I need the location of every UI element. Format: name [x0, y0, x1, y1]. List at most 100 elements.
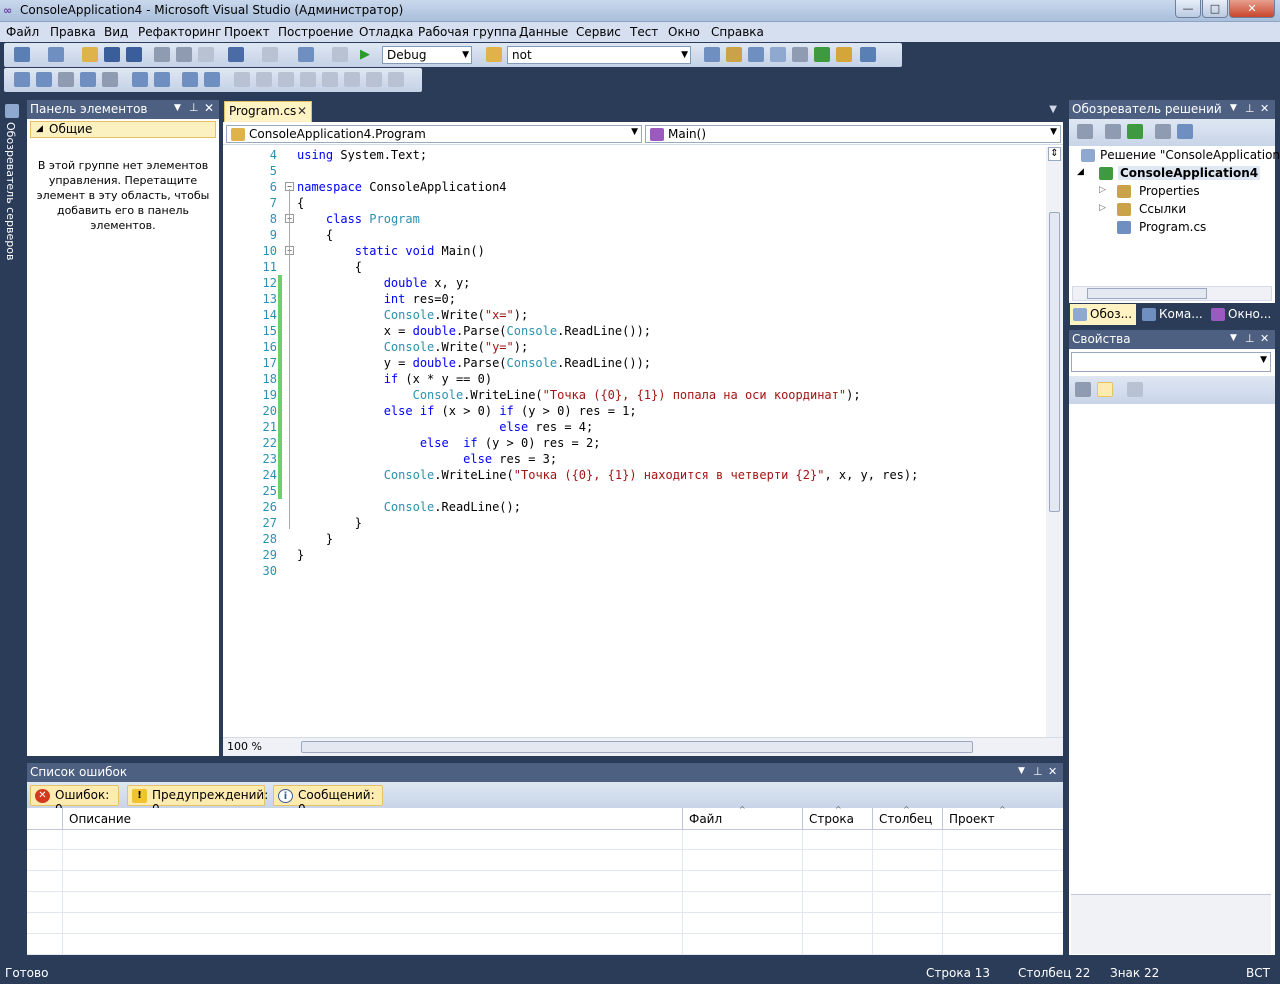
close-icon[interactable]: ✕	[297, 104, 307, 118]
code-line[interactable]: x = double.Parse(Console.ReadLine());	[297, 323, 651, 339]
code-line[interactable]: }	[297, 531, 333, 547]
pin-icon[interactable]: ⊥	[1033, 765, 1043, 778]
navigate-backward-icon[interactable]	[298, 47, 314, 62]
code-line[interactable]: }	[297, 547, 304, 563]
find-icon[interactable]	[704, 47, 720, 62]
chevron-down-icon[interactable]: ▼	[1230, 103, 1237, 113]
chevron-down-icon[interactable]: ▼	[1230, 333, 1237, 343]
save-all-icon[interactable]	[126, 47, 142, 62]
properties-icon[interactable]	[1077, 124, 1093, 139]
code-line[interactable]: static void Main()	[297, 243, 485, 259]
code-line[interactable]: Console.Write("y=");	[297, 339, 529, 355]
split-icon[interactable]: ⇕	[1048, 147, 1061, 161]
command-window-icon[interactable]	[860, 47, 876, 62]
undo-icon[interactable]	[228, 47, 244, 62]
menu-window[interactable]: Окно	[668, 25, 700, 39]
object-browser-icon[interactable]	[770, 47, 786, 62]
refresh-icon[interactable]	[1127, 124, 1143, 139]
close-icon[interactable]: ✕	[1260, 332, 1269, 345]
format-icon[interactable]	[102, 72, 118, 87]
menu-debug[interactable]: Отладка	[359, 25, 413, 39]
collapsed-arrow-icon[interactable]: ▷	[1099, 185, 1106, 195]
previous-bookmark-icon[interactable]	[256, 72, 272, 87]
extension-manager-icon[interactable]	[836, 47, 852, 62]
find-in-files-icon[interactable]	[486, 47, 502, 62]
expand-arrow-icon[interactable]: ◢	[1077, 167, 1084, 177]
code-line[interactable]: Console.ReadLine();	[297, 499, 521, 515]
horizontal-scroll-thumb[interactable]	[301, 741, 973, 753]
code-area[interactable]: 4 using System.Text; 5 6− namespace ConsoleA…	[223, 147, 1045, 737]
quick-info-icon[interactable]	[58, 72, 74, 87]
errors-filter-button[interactable]: ✕ Ошибок: 0	[30, 785, 119, 816]
code-line[interactable]: {	[297, 259, 362, 275]
table-row[interactable]	[27, 914, 1063, 934]
previous-bookmark-folder-icon[interactable]	[300, 72, 316, 87]
member-dropdown[interactable]: Main() ▼	[645, 125, 1061, 143]
menu-edit[interactable]: Правка	[50, 25, 96, 39]
code-line[interactable]: {	[297, 227, 333, 243]
save-icon[interactable]	[104, 47, 120, 62]
type-dropdown[interactable]: ConsoleApplication4.Program ▼	[226, 125, 642, 143]
code-line[interactable]: {	[297, 195, 304, 211]
table-row[interactable]	[27, 893, 1063, 913]
code-line[interactable]: using System.Text;	[297, 147, 427, 163]
chevron-down-icon[interactable]: ▼	[174, 103, 181, 113]
open-file-icon[interactable]	[82, 47, 98, 62]
menu-view[interactable]: Вид	[104, 25, 128, 39]
column-icon[interactable]	[27, 808, 62, 830]
menu-test[interactable]: Тест	[630, 25, 658, 39]
properties-window-icon[interactable]	[748, 47, 764, 62]
code-line[interactable]: else res = 3;	[297, 451, 557, 467]
code-line[interactable]: double x, y;	[297, 275, 471, 291]
messages-filter-button[interactable]: i Сообщений: 0	[273, 785, 383, 816]
cut-icon[interactable]	[154, 47, 170, 62]
code-line[interactable]: else if (y > 0) res = 2;	[297, 435, 601, 451]
previous-bookmark-doc-icon[interactable]	[344, 72, 360, 87]
alphabetical-icon[interactable]	[1097, 382, 1113, 397]
code-line[interactable]: namespace ConsoleApplication4	[297, 179, 507, 195]
list-members-icon[interactable]	[14, 72, 30, 87]
show-all-files-icon[interactable]	[1105, 124, 1121, 139]
next-bookmark-folder-icon[interactable]	[322, 72, 338, 87]
menu-build[interactable]: Построение	[278, 25, 353, 39]
toggle-bookmark-icon[interactable]	[234, 72, 250, 87]
object-selector[interactable]: ▼	[1071, 352, 1271, 372]
code-line[interactable]: Console.WriteLine("Точка ({0}, {1}) нахо…	[297, 467, 919, 483]
maximize-button[interactable]: □	[1202, 0, 1228, 18]
column-file[interactable]: Файл ^	[682, 805, 802, 830]
menu-refactor[interactable]: Рефакторинг	[138, 25, 221, 39]
table-row[interactable]	[27, 830, 1063, 850]
chevron-down-icon[interactable]: ▼	[1049, 104, 1057, 115]
comment-out-icon[interactable]	[182, 72, 198, 87]
tab-program-cs[interactable]: Program.cs ✕	[224, 101, 312, 122]
close-button[interactable]: ✕	[1229, 0, 1275, 18]
column-line[interactable]: Строка ^	[802, 805, 872, 830]
code-line[interactable]: class Program	[297, 211, 420, 227]
copy-icon[interactable]	[176, 47, 192, 62]
next-bookmark-doc-icon[interactable]	[366, 72, 382, 87]
close-icon[interactable]: ✕	[204, 101, 214, 115]
solution-explorer-icon[interactable]	[726, 47, 742, 62]
add-item-icon[interactable]	[48, 47, 64, 62]
tab-class-view[interactable]: Окно...	[1208, 304, 1274, 325]
parameter-info-icon[interactable]	[36, 72, 52, 87]
pin-icon[interactable]: ⊥	[1245, 332, 1255, 345]
view-code-icon[interactable]	[1155, 124, 1171, 139]
vertical-scrollbar[interactable]: ⇕	[1046, 147, 1063, 737]
scroll-thumb[interactable]	[1049, 212, 1060, 512]
zoom-level[interactable]: 100 %	[227, 740, 262, 753]
code-line[interactable]: else if (x > 0) if (y > 0) res = 1;	[297, 403, 637, 419]
start-page-icon[interactable]	[814, 47, 830, 62]
warnings-filter-button[interactable]: ! Предупреждений: 0	[127, 785, 268, 816]
server-explorer-strip[interactable]: Обозреватель серверов	[0, 100, 24, 755]
pin-icon[interactable]: ⊥	[189, 101, 199, 114]
pin-icon[interactable]: ⊥	[1245, 102, 1255, 115]
code-line[interactable]: Console.WriteLine("Точка ({0}, {1}) попа…	[297, 387, 861, 403]
chevron-down-icon[interactable]: ▼	[1018, 766, 1025, 776]
close-icon[interactable]: ✕	[1260, 102, 1269, 115]
menu-project[interactable]: Проект	[224, 25, 270, 39]
tab-solution-explorer[interactable]: Обоз...	[1070, 304, 1136, 325]
navigate-forward-icon[interactable]	[332, 47, 348, 62]
code-line[interactable]: }	[297, 515, 362, 531]
class-diagram-icon[interactable]	[1177, 124, 1193, 139]
